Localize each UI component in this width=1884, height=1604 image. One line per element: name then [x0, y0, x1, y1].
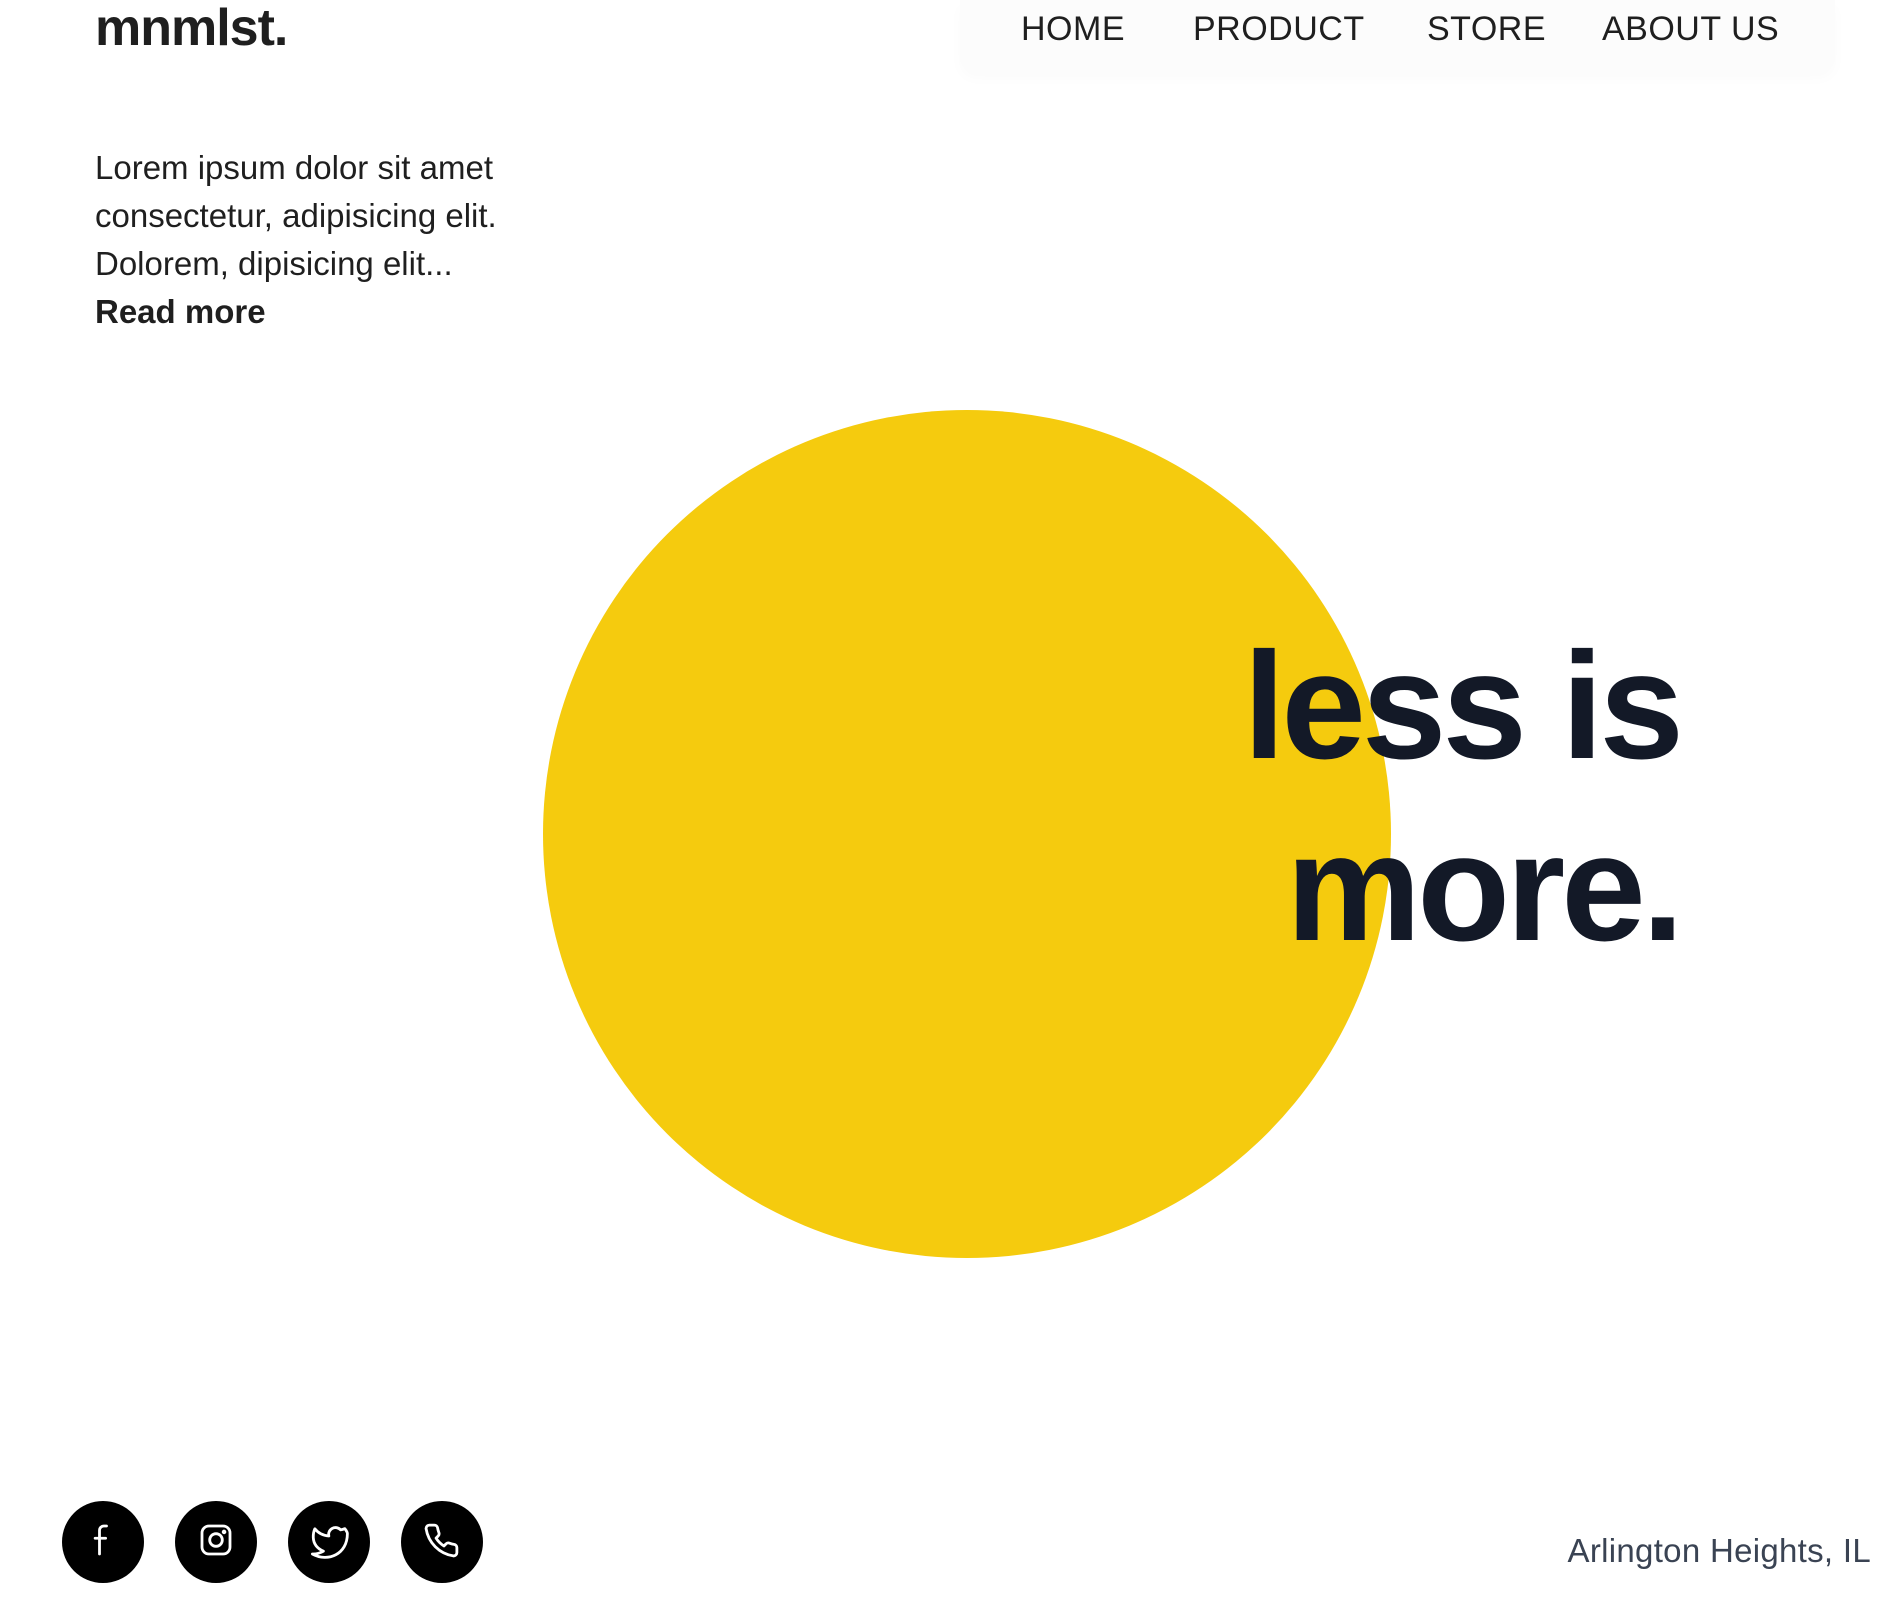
nav-item-home[interactable]: HOME [1021, 10, 1125, 49]
intro-line: Dolorem, dipisicing elit... [95, 245, 453, 282]
nav-item-product[interactable]: PRODUCT [1193, 10, 1365, 49]
main-nav: HOME PRODUCT STORE ABOUT US [960, 0, 1835, 72]
twitter-button[interactable] [288, 1501, 370, 1583]
hero-headline-line: less is [1243, 621, 1684, 791]
facebook-icon [82, 1519, 124, 1566]
phone-icon [421, 1519, 463, 1566]
instagram-button[interactable] [175, 1501, 257, 1583]
hero-headline: less is more. [1150, 615, 1684, 979]
nav-item-about-us[interactable]: ABOUT US [1602, 10, 1779, 49]
facebook-button[interactable] [62, 1501, 144, 1583]
hero-headline-line: more. [1286, 803, 1684, 973]
location-text: Arlington Heights, IL [1567, 1532, 1871, 1569]
twitter-icon [308, 1519, 350, 1566]
nav-item-store[interactable]: STORE [1427, 10, 1546, 49]
intro-line: consectetur, adipisicing elit. [95, 197, 497, 234]
read-more-link[interactable]: Read more [95, 288, 266, 336]
site-logo[interactable]: mnmlst. [95, 0, 288, 57]
instagram-icon [195, 1519, 237, 1566]
intro-line: Lorem ipsum dolor sit amet [95, 149, 493, 186]
intro-text: Lorem ipsum dolor sit amet consectetur, … [95, 144, 575, 288]
phone-button[interactable] [401, 1501, 483, 1583]
